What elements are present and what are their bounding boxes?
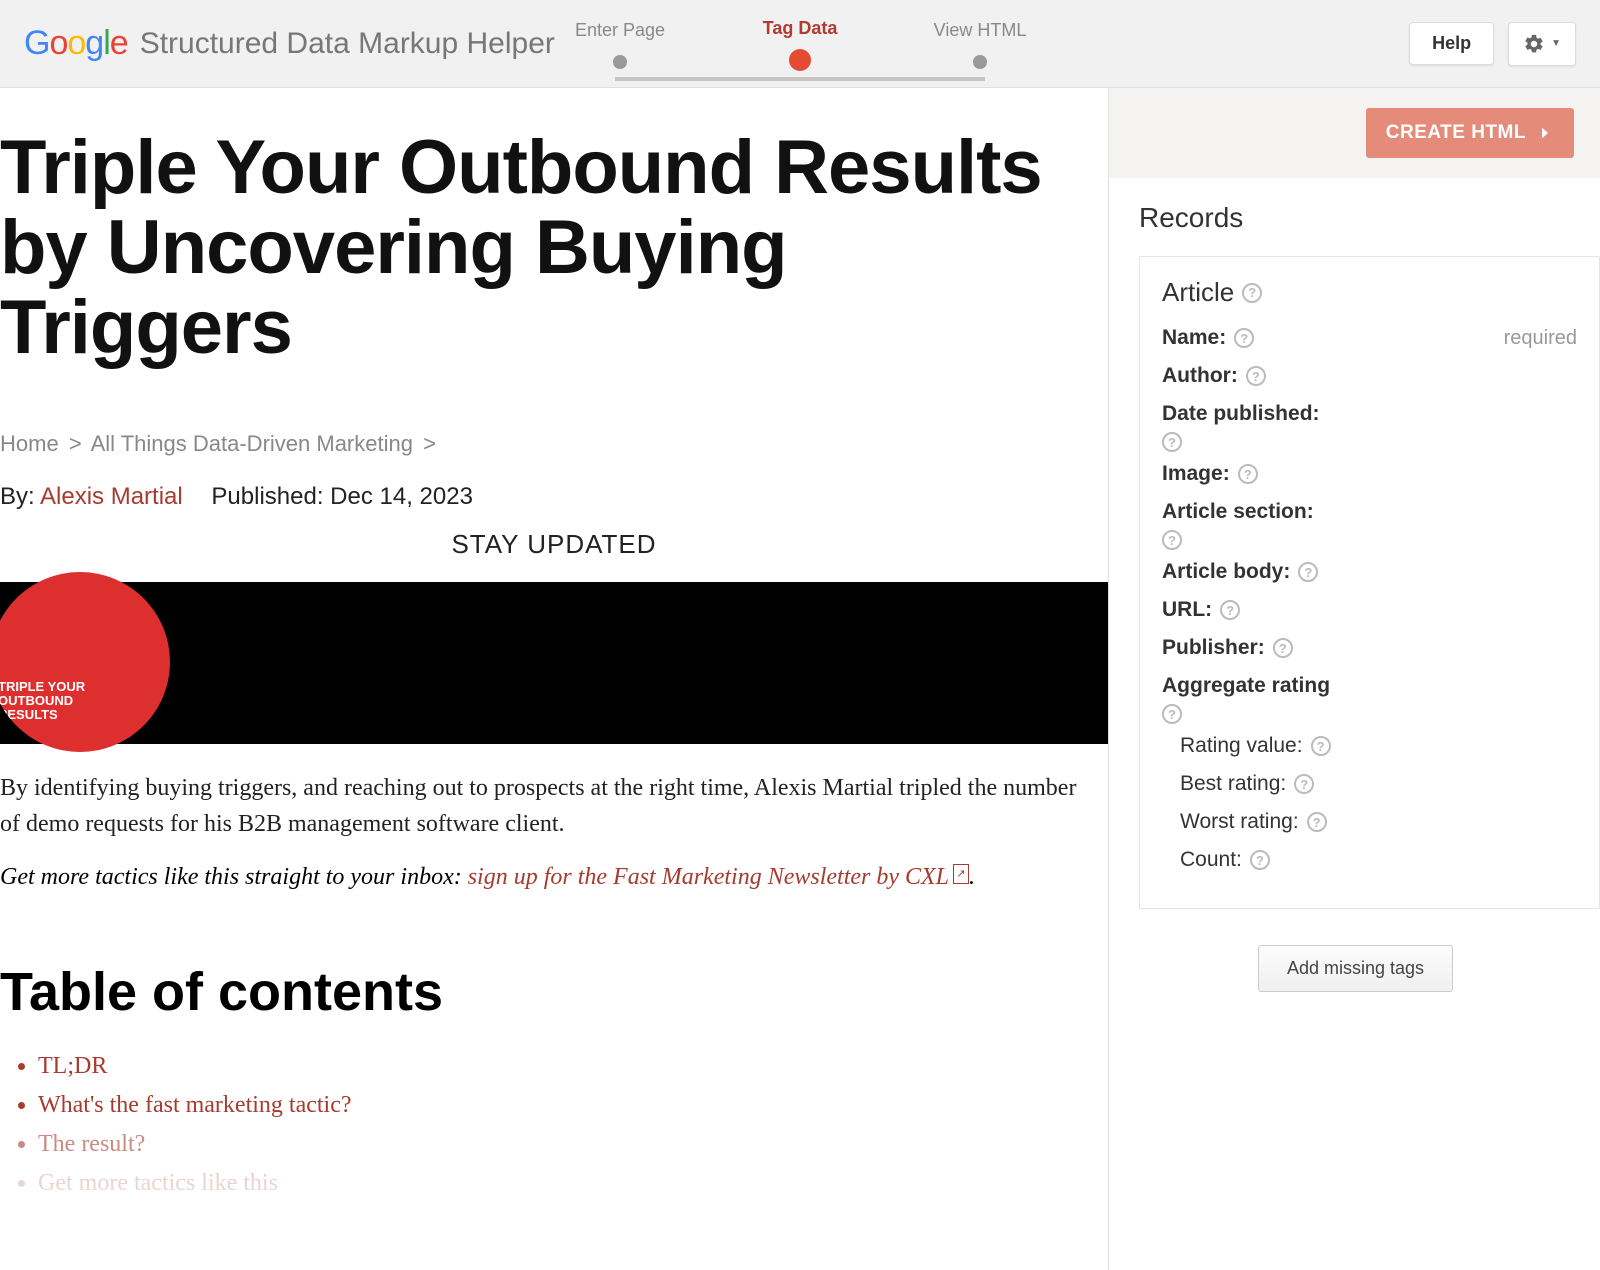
step-label: View HTML (934, 20, 1027, 40)
step-dot (973, 55, 987, 69)
help-icon[interactable]: ? (1294, 774, 1314, 794)
step-tag-data[interactable]: Tag Data (710, 18, 890, 71)
step-dot (789, 49, 811, 71)
breadcrumb-sep: > (423, 431, 436, 456)
help-icon[interactable]: ? (1162, 432, 1182, 452)
settings-button[interactable]: ▼ (1508, 22, 1576, 66)
help-icon[interactable]: ? (1242, 283, 1262, 303)
google-logo: Google (24, 24, 128, 63)
help-icon[interactable]: ? (1234, 328, 1254, 348)
main: Triple Your Outbound Results by Uncoveri… (0, 88, 1600, 1270)
records-panel: Records Article ? Name:? required Author… (1109, 178, 1600, 1270)
breadcrumb: Home > All Things Data-Driven Marketing … (0, 431, 1108, 457)
help-icon[interactable]: ? (1298, 562, 1318, 582)
step-enter-page[interactable]: Enter Page (530, 20, 710, 69)
breadcrumb-home[interactable]: Home (0, 431, 59, 456)
toc-item: What's the fast marketing tactic? (38, 1092, 1108, 1119)
field-name[interactable]: Name:? required (1162, 326, 1577, 350)
cta-link[interactable]: sign up for the Fast Marketing Newslette… (468, 864, 949, 890)
chevron-right-icon (1536, 124, 1554, 142)
cta-line: Get more tactics like this straight to y… (0, 864, 1108, 891)
help-icon[interactable]: ? (1246, 366, 1266, 386)
product-name: Structured Data Markup Helper (140, 27, 555, 61)
field-date-published[interactable]: Date published: (1162, 402, 1577, 426)
field-aggregate-rating[interactable]: Aggregate rating (1162, 674, 1577, 698)
by-label: By: (0, 483, 35, 510)
article-title[interactable]: Triple Your Outbound Results by Uncoveri… (0, 128, 1108, 367)
help-icon[interactable]: ? (1162, 530, 1182, 550)
published-date[interactable]: Dec 14, 2023 (330, 483, 473, 510)
toc-item: The result? (38, 1131, 1108, 1158)
stepper: Enter Page Tag Data View HTML (530, 18, 1070, 71)
top-right-controls: Help ▼ (1409, 22, 1576, 66)
toc-item: TL;DR (38, 1053, 1108, 1080)
sidebar: CREATE HTML Records Article ? Name:? req… (1108, 88, 1600, 1270)
breadcrumb-sep: > (69, 431, 82, 456)
help-icon[interactable]: ? (1220, 600, 1240, 620)
published-label: Published: (211, 483, 323, 510)
external-link-icon: ↗ (953, 864, 969, 884)
field-url[interactable]: URL:? (1162, 598, 1577, 622)
chevron-down-icon: ▼ (1551, 38, 1561, 49)
help-icon[interactable]: ? (1162, 704, 1182, 724)
top-bar: Google Structured Data Markup Helper Ent… (0, 0, 1600, 88)
add-missing-tags-button[interactable]: Add missing tags (1258, 945, 1453, 992)
toc-list: TL;DR What's the fast marketing tactic? … (0, 1053, 1108, 1197)
cta-suffix: . (969, 864, 975, 890)
step-label: Tag Data (763, 18, 838, 38)
field-count[interactable]: Count:? (1180, 848, 1577, 872)
hero-circle: TRIPLE YOUR OUTBOUND RESULTS (0, 572, 170, 752)
toc-heading[interactable]: Table of contents (0, 961, 1108, 1023)
logo-block: Google Structured Data Markup Helper (24, 24, 555, 63)
create-html-label: CREATE HTML (1386, 122, 1526, 144)
field-publisher[interactable]: Publisher:? (1162, 636, 1577, 660)
field-article-body[interactable]: Article body:? (1162, 560, 1577, 584)
card-title: Article (1162, 277, 1234, 308)
step-line (615, 77, 985, 81)
author-link[interactable]: Alexis Martial (40, 483, 183, 510)
required-label: required (1504, 327, 1577, 350)
field-image[interactable]: Image:? (1162, 462, 1577, 486)
toc-link[interactable]: The result? (38, 1131, 145, 1157)
records-heading: Records (1139, 202, 1600, 234)
field-worst-rating[interactable]: Worst rating:? (1180, 810, 1577, 834)
intro-paragraph[interactable]: By identifying buying triggers, and reac… (0, 770, 1108, 842)
help-button[interactable]: Help (1409, 22, 1494, 65)
hero-circle-text: TRIPLE YOUR OUTBOUND RESULTS (0, 680, 118, 723)
toc-link[interactable]: Get more tactics like this (38, 1170, 278, 1196)
hero-image[interactable]: TRIPLE YOUR OUTBOUND RESULTS (0, 582, 1108, 744)
help-icon[interactable]: ? (1250, 850, 1270, 870)
field-article-section[interactable]: Article section: (1162, 500, 1577, 524)
stay-updated[interactable]: STAY UPDATED (0, 529, 1108, 560)
cta-prefix: Get more tactics like this straight to y… (0, 864, 468, 890)
help-icon[interactable]: ? (1273, 638, 1293, 658)
field-best-rating[interactable]: Best rating:? (1180, 772, 1577, 796)
help-icon[interactable]: ? (1307, 812, 1327, 832)
byline: By: Alexis Martial Published: Dec 14, 20… (0, 483, 1108, 511)
help-icon[interactable]: ? (1238, 464, 1258, 484)
step-label: Enter Page (575, 20, 665, 40)
step-dot (613, 55, 627, 69)
breadcrumb-section[interactable]: All Things Data-Driven Marketing (91, 431, 413, 456)
card-title-row: Article ? (1162, 277, 1577, 308)
article-card: Article ? Name:? required Author:? Date … (1139, 256, 1600, 909)
step-view-html[interactable]: View HTML (890, 20, 1070, 69)
toc-item: Get more tactics like this (38, 1170, 1108, 1197)
toc-link[interactable]: TL;DR (38, 1053, 107, 1079)
help-icon[interactable]: ? (1311, 736, 1331, 756)
sidebar-top: CREATE HTML (1109, 88, 1600, 178)
create-html-button[interactable]: CREATE HTML (1366, 108, 1574, 158)
page-preview[interactable]: Triple Your Outbound Results by Uncoveri… (0, 88, 1108, 1270)
toc-link[interactable]: What's the fast marketing tactic? (38, 1092, 352, 1118)
field-author[interactable]: Author:? (1162, 364, 1577, 388)
gear-icon (1523, 33, 1545, 55)
field-rating-value[interactable]: Rating value:? (1180, 734, 1577, 758)
